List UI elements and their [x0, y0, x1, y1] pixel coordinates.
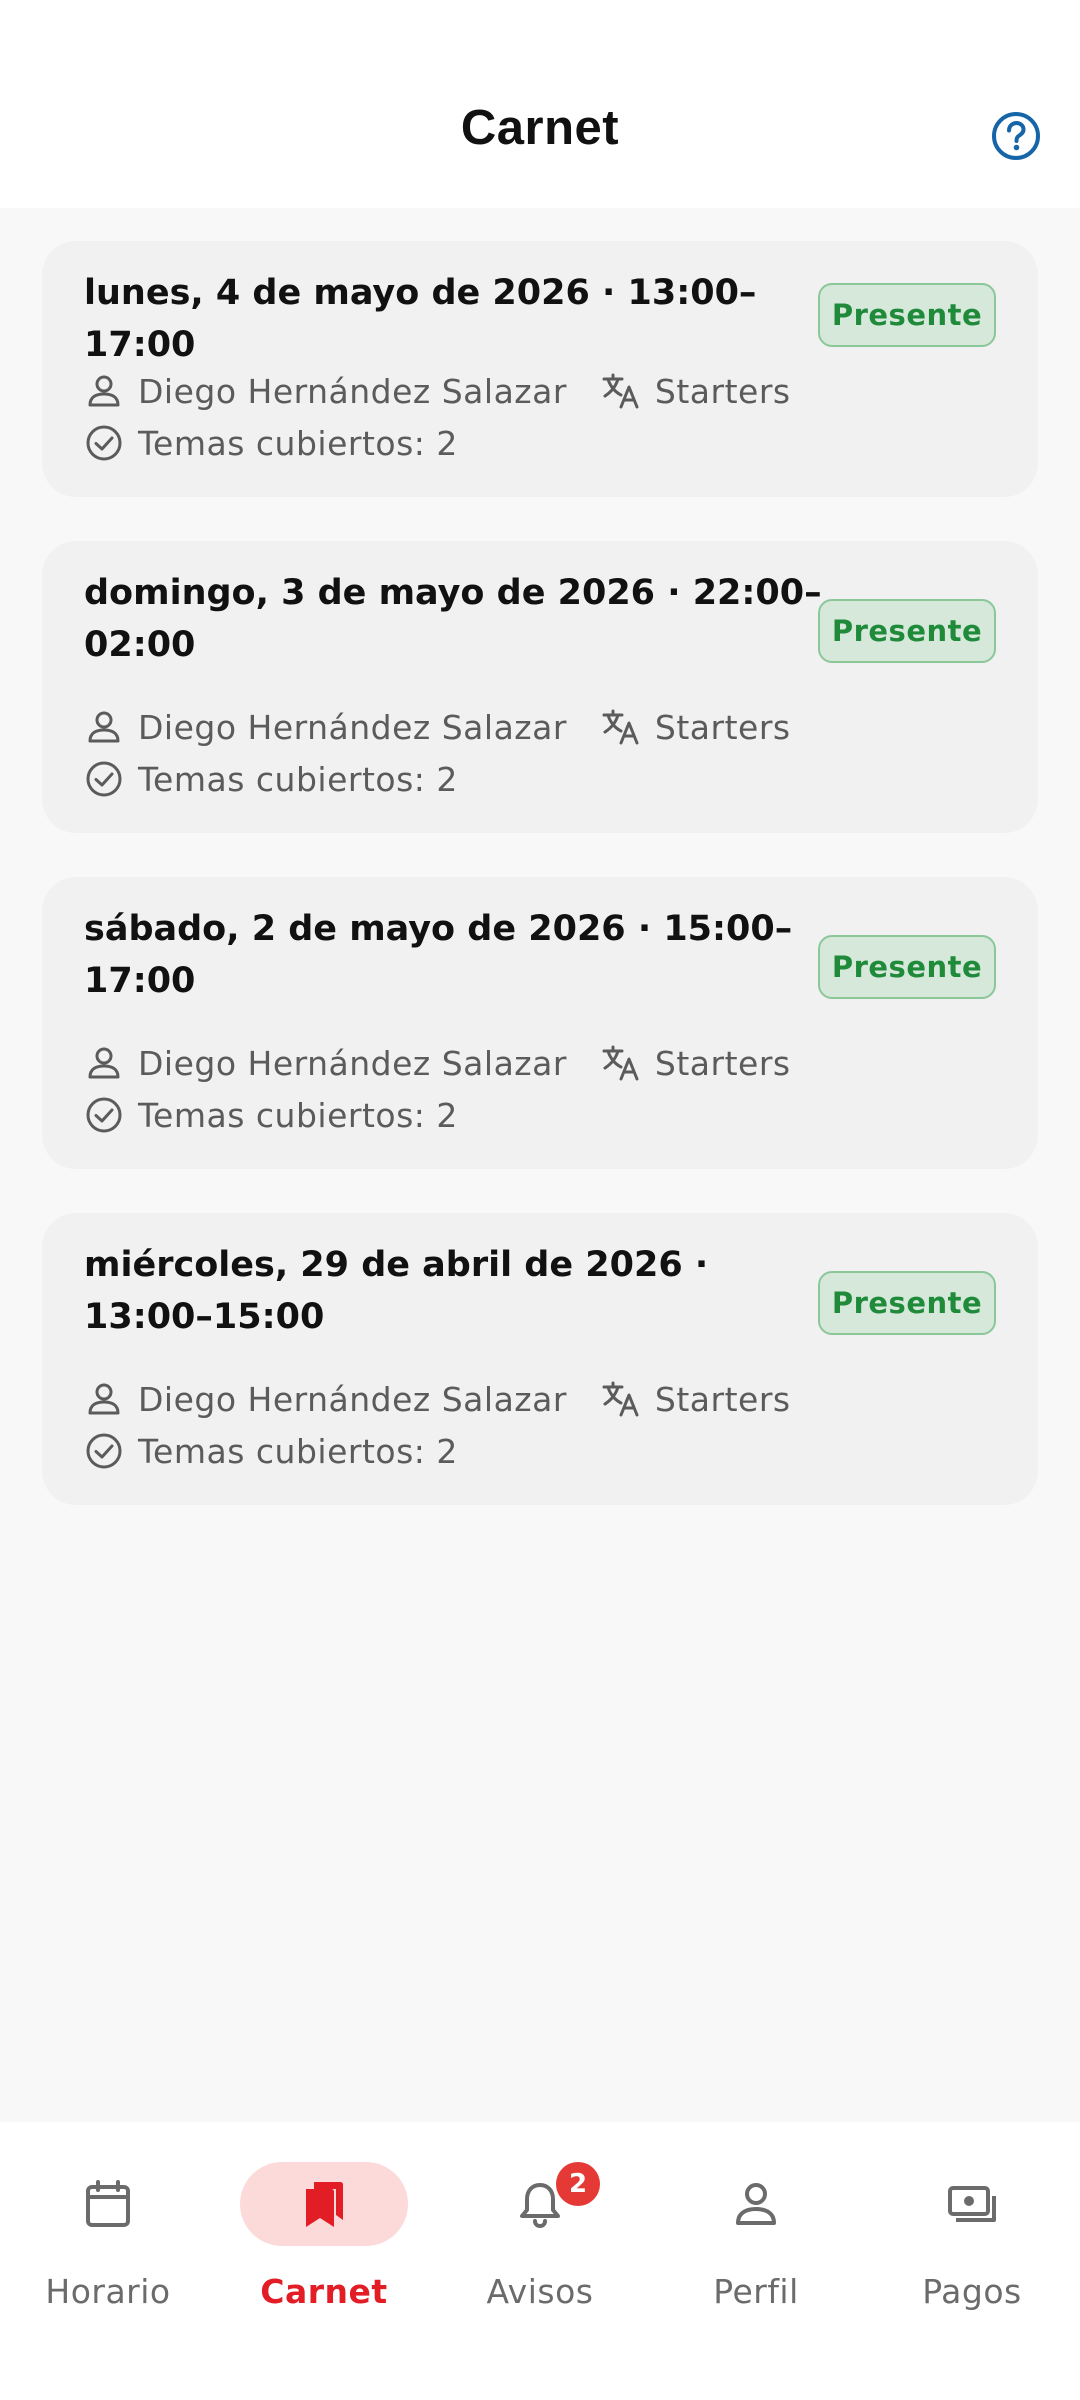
session-date-time: miércoles, 29 de abril de 2026 · 13:00–1…	[84, 1245, 709, 1337]
topics-row: Temas cubiertos: 2	[84, 417, 458, 469]
calendar-icon	[86, 2180, 130, 2227]
app-root: Carnet lunes, 4 de mayo de 2026 · 13:00–…	[0, 0, 1080, 2400]
nav-item-carnet[interactable]: Carnet	[216, 2122, 432, 2400]
status-badge: Presente	[818, 1271, 996, 1335]
teacher-name: Diego Hernández Salazar	[138, 1379, 567, 1419]
check-circle-icon	[86, 761, 122, 797]
person-icon	[736, 2183, 776, 2225]
teacher-name: Diego Hernández Salazar	[138, 1043, 567, 1083]
topics-row: Temas cubiertos: 2	[84, 1089, 458, 1141]
check-circle-icon	[86, 1097, 122, 1133]
check-circle-icon	[86, 425, 122, 461]
check-circle-icon	[86, 1433, 122, 1469]
topics-row: Temas cubiertos: 2	[84, 753, 458, 805]
session-card[interactable]: domingo, 3 de mayo de 2026 · 22:00–02:00…	[42, 541, 1038, 833]
nav-item-horario[interactable]: Horario	[0, 2122, 216, 2400]
nav-label: Avisos	[486, 2272, 594, 2311]
help-icon[interactable]	[990, 110, 1042, 162]
nav-label: Perfil	[713, 2272, 799, 2311]
translate-icon	[602, 373, 639, 409]
page-title: Carnet	[460, 101, 620, 155]
session-date-time: domingo, 3 de mayo de 2026 · 22:00–02:00	[84, 573, 822, 665]
teacher-name: Diego Hernández Salazar	[138, 707, 567, 747]
nav-label: Pagos	[922, 2272, 1022, 2311]
nav-label: Horario	[45, 2272, 171, 2311]
status-badge: Presente	[818, 935, 996, 999]
person-icon	[88, 1047, 120, 1079]
course-level: Starters	[654, 371, 791, 411]
nav-label: Carnet	[260, 2272, 388, 2311]
bookmarks-icon	[306, 2182, 343, 2227]
session-info-row: Diego Hernández Salazar Starters	[84, 1037, 791, 1089]
session-card[interactable]: lunes, 4 de mayo de 2026 · 13:00–17:00 P…	[42, 241, 1038, 497]
status-badge: Presente	[818, 599, 996, 663]
topics-covered: Temas cubiertos: 2	[138, 1431, 458, 1471]
topics-covered: Temas cubiertos: 2	[138, 1095, 458, 1135]
teacher-name: Diego Hernández Salazar	[138, 371, 567, 411]
nav-item-perfil[interactable]: Perfil	[648, 2122, 864, 2400]
nav-item-pagos[interactable]: Pagos	[864, 2122, 1080, 2400]
session-info-row: Diego Hernández Salazar Starters	[84, 365, 791, 417]
status-badge: Presente	[818, 283, 996, 347]
session-date-time: sábado, 2 de mayo de 2026 · 15:00–17:00	[84, 909, 793, 1001]
session-date-time: lunes, 4 de mayo de 2026 · 13:00–17:00	[84, 273, 757, 365]
notification-badge: 2	[556, 2162, 600, 2206]
course-level: Starters	[654, 707, 791, 747]
person-icon	[88, 711, 120, 743]
topics-row: Temas cubiertos: 2	[84, 1425, 458, 1477]
topics-covered: Temas cubiertos: 2	[138, 423, 458, 463]
payments-icon	[948, 2186, 996, 2222]
session-info-row: Diego Hernández Salazar Starters	[84, 701, 791, 753]
session-card[interactable]: miércoles, 29 de abril de 2026 · 13:00–1…	[42, 1213, 1038, 1505]
session-list: lunes, 4 de mayo de 2026 · 13:00–17:00 P…	[0, 208, 1080, 2122]
translate-icon	[602, 709, 639, 745]
bottom-navigation: Horario Carnet 2 Avisos Perfil Pagos	[0, 2122, 1080, 2400]
app-header: Carnet	[0, 0, 1080, 208]
translate-icon	[602, 1381, 639, 1417]
topics-covered: Temas cubiertos: 2	[138, 759, 458, 799]
person-icon	[88, 1383, 120, 1415]
session-info-row: Diego Hernández Salazar Starters	[84, 1373, 791, 1425]
person-icon	[88, 375, 120, 407]
course-level: Starters	[654, 1043, 791, 1083]
session-card[interactable]: sábado, 2 de mayo de 2026 · 15:00–17:00 …	[42, 877, 1038, 1169]
translate-icon	[602, 1045, 639, 1081]
nav-item-avisos[interactable]: 2 Avisos	[432, 2122, 648, 2400]
course-level: Starters	[654, 1379, 791, 1419]
